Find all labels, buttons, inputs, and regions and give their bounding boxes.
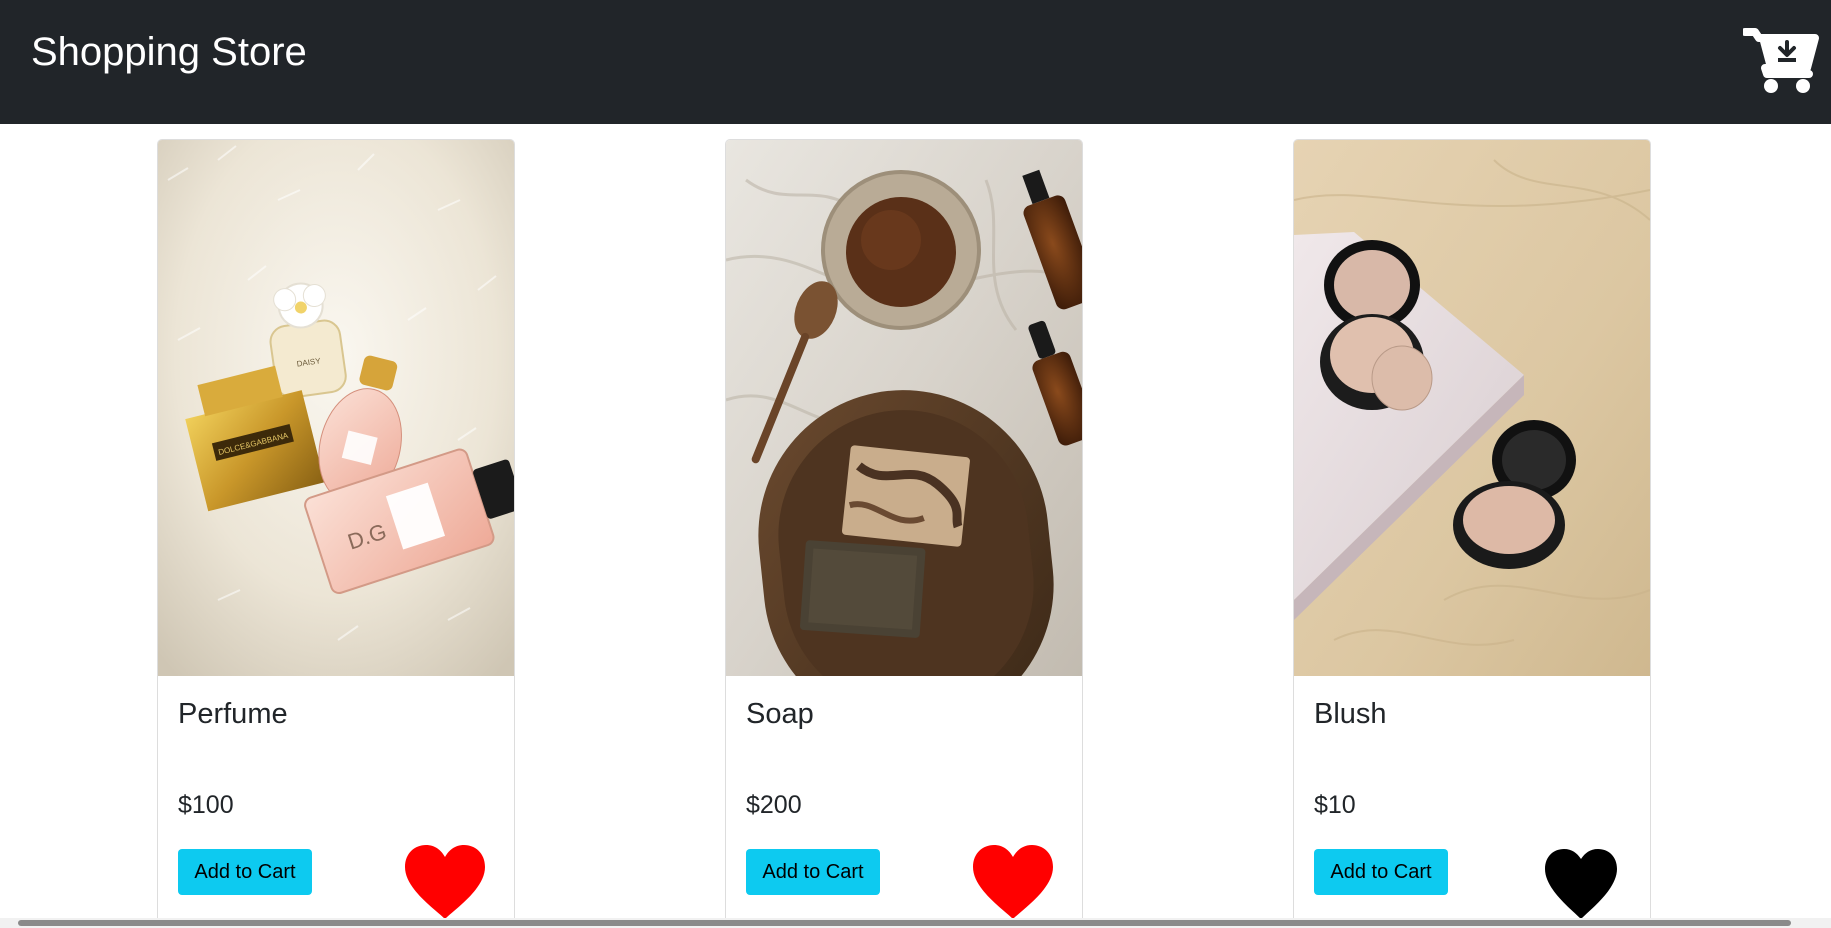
cart-download-icon[interactable] xyxy=(1741,26,1819,96)
brand-title[interactable]: Shopping Store xyxy=(31,28,307,76)
navbar: Shopping Store xyxy=(0,0,1831,124)
product-price: $100 xyxy=(178,791,234,819)
horizontal-scrollbar[interactable] xyxy=(0,918,1831,928)
scrollbar-thumb[interactable] xyxy=(18,920,1791,926)
product-price: $200 xyxy=(746,791,802,819)
product-card-blush: Blush $10 Add to Cart xyxy=(1293,139,1651,928)
product-name: Blush xyxy=(1314,698,1387,730)
product-name: Perfume xyxy=(178,698,288,730)
add-to-cart-button[interactable]: Add to Cart xyxy=(178,849,312,895)
product-price: $10 xyxy=(1314,791,1356,819)
product-card-soap: Soap $200 Add to Cart xyxy=(725,139,1083,928)
product-image-soap xyxy=(726,140,1082,676)
add-to-cart-button[interactable]: Add to Cart xyxy=(746,849,880,895)
heart-icon[interactable] xyxy=(973,845,1053,921)
product-image-perfume: DAISY DOLCE&GABBANA D.G xyxy=(158,140,514,676)
add-to-cart-button[interactable]: Add to Cart xyxy=(1314,849,1448,895)
heart-icon[interactable] xyxy=(1541,845,1621,921)
product-name: Soap xyxy=(746,698,814,730)
product-image-blush xyxy=(1294,140,1650,676)
product-card-perfume: DAISY DOLCE&GABBANA D.G Perfume $100 Add… xyxy=(157,139,515,928)
heart-icon[interactable] xyxy=(405,845,485,921)
